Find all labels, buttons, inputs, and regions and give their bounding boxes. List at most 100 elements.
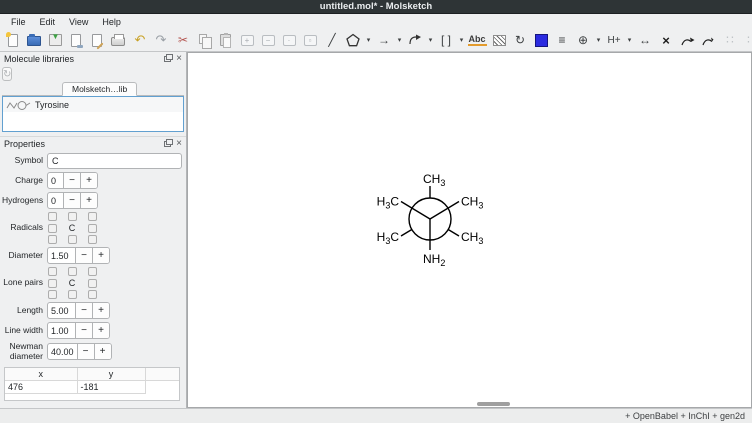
cut-button[interactable]: ✂ bbox=[173, 30, 193, 50]
line-width-button[interactable]: ≡ bbox=[552, 30, 572, 50]
radical-checkbox[interactable] bbox=[68, 235, 77, 244]
menu-view[interactable]: View bbox=[62, 14, 95, 29]
radical-checkbox[interactable] bbox=[48, 224, 57, 233]
atom-label-ch3-upper-right[interactable]: CH3 bbox=[461, 195, 483, 211]
lone-pair-checkbox[interactable] bbox=[48, 290, 57, 299]
structure-tool-2-button[interactable]: ∷ bbox=[741, 30, 752, 50]
tab-molsketch-lib[interactable]: Molsketch…lib bbox=[62, 82, 137, 96]
list-item-tyrosine[interactable]: Tyrosine bbox=[3, 97, 183, 112]
export-button[interactable] bbox=[87, 30, 107, 50]
float-dock-icon[interactable] bbox=[164, 56, 171, 62]
reaction-arrow-button[interactable]: → bbox=[374, 30, 394, 50]
charge-value[interactable]: 0 bbox=[48, 173, 63, 188]
canvas[interactable]: CH3 H3C CH3 H3C CH3 NH2 bbox=[187, 52, 752, 408]
redo-button[interactable]: ↷ bbox=[151, 30, 171, 50]
paste-button[interactable] bbox=[215, 30, 235, 50]
coordinate-x-cell[interactable]: 476 bbox=[5, 381, 77, 394]
curved-arrow-button[interactable] bbox=[405, 30, 425, 50]
delete-tool-button[interactable]: × bbox=[656, 30, 676, 50]
line-width-increment-button[interactable]: + bbox=[92, 323, 109, 338]
print-button[interactable] bbox=[108, 30, 128, 50]
structure-tool-1-button[interactable]: ∷ bbox=[720, 30, 740, 50]
newman-diameter-decrement-button[interactable]: − bbox=[77, 344, 94, 359]
atom-label-nh2-bottom[interactable]: NH2 bbox=[423, 252, 445, 268]
lone-pair-checkbox[interactable] bbox=[88, 290, 97, 299]
symbol-input[interactable] bbox=[47, 153, 182, 169]
charge-tool-dropdown[interactable]: ▾ bbox=[594, 30, 603, 50]
rotate-tool-button[interactable]: ↻ bbox=[510, 30, 530, 50]
zoom-original-button[interactable]: · bbox=[279, 30, 299, 50]
radical-checkbox[interactable] bbox=[68, 212, 77, 221]
save-button[interactable] bbox=[45, 30, 65, 50]
draw-tool-button[interactable]: ╱ bbox=[322, 30, 342, 50]
curved-arrow-dropdown[interactable]: ▾ bbox=[426, 30, 435, 50]
lone-pair-checkbox[interactable] bbox=[68, 290, 77, 299]
diameter-increment-button[interactable]: + bbox=[92, 248, 109, 263]
newman-diameter-value[interactable]: 40.00 bbox=[48, 344, 77, 359]
hydrogens-increment-button[interactable]: + bbox=[80, 193, 97, 208]
coordinate-y-cell[interactable]: -181 bbox=[77, 381, 145, 394]
newman-diameter-increment-button[interactable]: + bbox=[94, 344, 111, 359]
bracket-tool-button[interactable]: [ ] bbox=[436, 30, 456, 50]
line-width-value[interactable]: 1.00 bbox=[48, 323, 75, 338]
flip-tool-button[interactable]: ↔ bbox=[635, 30, 655, 50]
refresh-library-button[interactable]: ↻ bbox=[2, 67, 12, 81]
copy-button[interactable] bbox=[194, 30, 214, 50]
reaction-arrow-dropdown[interactable]: ▾ bbox=[395, 30, 404, 50]
radical-checkbox[interactable] bbox=[48, 212, 57, 221]
zoom-out-button[interactable]: − bbox=[258, 30, 278, 50]
undo-button[interactable]: ↶ bbox=[130, 30, 150, 50]
radical-checkbox[interactable] bbox=[48, 235, 57, 244]
close-dock-icon[interactable]: × bbox=[176, 139, 182, 149]
menu-file[interactable]: File bbox=[4, 14, 33, 29]
radical-checkbox[interactable] bbox=[88, 224, 97, 233]
new-file-button[interactable] bbox=[3, 30, 23, 50]
hydrogens-tool-dropdown[interactable]: ▾ bbox=[625, 30, 634, 50]
charge-decrement-button[interactable]: − bbox=[63, 173, 80, 188]
color-picker-button[interactable] bbox=[531, 30, 551, 50]
zoom-fit-button[interactable]: ▫ bbox=[300, 30, 320, 50]
bracket-tool-dropdown[interactable]: ▾ bbox=[457, 30, 466, 50]
diameter-value[interactable]: 1.50 bbox=[48, 248, 75, 263]
menu-edit[interactable]: Edit bbox=[33, 14, 63, 29]
save-as-button[interactable] bbox=[66, 30, 86, 50]
hatch-tool-button[interactable] bbox=[489, 30, 509, 50]
length-value[interactable]: 5.00 bbox=[48, 303, 75, 318]
close-dock-icon[interactable]: × bbox=[176, 54, 182, 64]
hydrogens-value[interactable]: 0 bbox=[48, 193, 63, 208]
line-width-decrement-button[interactable]: − bbox=[75, 323, 92, 338]
text-tool-button[interactable]: Abc bbox=[467, 30, 487, 50]
length-decrement-button[interactable]: − bbox=[75, 303, 92, 318]
column-header-x[interactable]: x bbox=[5, 368, 77, 381]
canvas-horizontal-scrollbar-thumb[interactable] bbox=[477, 402, 510, 406]
radical-checkbox[interactable] bbox=[88, 235, 97, 244]
mechanism-arrow-1-button[interactable] bbox=[677, 30, 697, 50]
radicals-grid: C bbox=[47, 212, 97, 244]
float-dock-icon[interactable] bbox=[164, 141, 171, 147]
lone-pair-checkbox[interactable] bbox=[48, 279, 57, 288]
lone-pair-checkbox[interactable] bbox=[48, 267, 57, 276]
atom-label-h3c-upper-left[interactable]: H3C bbox=[377, 195, 400, 211]
atom-label-ch3-top[interactable]: CH3 bbox=[423, 172, 445, 188]
mechanism-arrow-2-button[interactable] bbox=[698, 30, 718, 50]
menu-help[interactable]: Help bbox=[95, 14, 128, 29]
lone-pair-checkbox[interactable] bbox=[68, 267, 77, 276]
atom-label-ch3-lower-right[interactable]: CH3 bbox=[461, 230, 483, 246]
hydrogens-tool-button[interactable]: H+ bbox=[604, 30, 624, 50]
atom-label-h3c-lower-left[interactable]: H3C bbox=[377, 230, 400, 246]
hydrogens-decrement-button[interactable]: − bbox=[63, 193, 80, 208]
charge-tool-button[interactable]: ⊕ bbox=[573, 30, 593, 50]
open-file-button[interactable] bbox=[24, 30, 44, 50]
zoom-in-button[interactable]: + bbox=[237, 30, 257, 50]
ring-tool-button[interactable] bbox=[343, 30, 363, 50]
length-increment-button[interactable]: + bbox=[92, 303, 109, 318]
radical-checkbox[interactable] bbox=[88, 212, 97, 221]
molecule-newman-projection[interactable]: CH3 H3C CH3 H3C CH3 NH2 bbox=[338, 153, 528, 288]
column-header-y[interactable]: y bbox=[77, 368, 145, 381]
lone-pair-checkbox[interactable] bbox=[88, 279, 97, 288]
charge-increment-button[interactable]: + bbox=[80, 173, 97, 188]
diameter-decrement-button[interactable]: − bbox=[75, 248, 92, 263]
molecule-library-list[interactable]: Tyrosine bbox=[2, 96, 184, 132]
ring-tool-dropdown[interactable]: ▾ bbox=[364, 30, 373, 50]
lone-pair-checkbox[interactable] bbox=[88, 267, 97, 276]
